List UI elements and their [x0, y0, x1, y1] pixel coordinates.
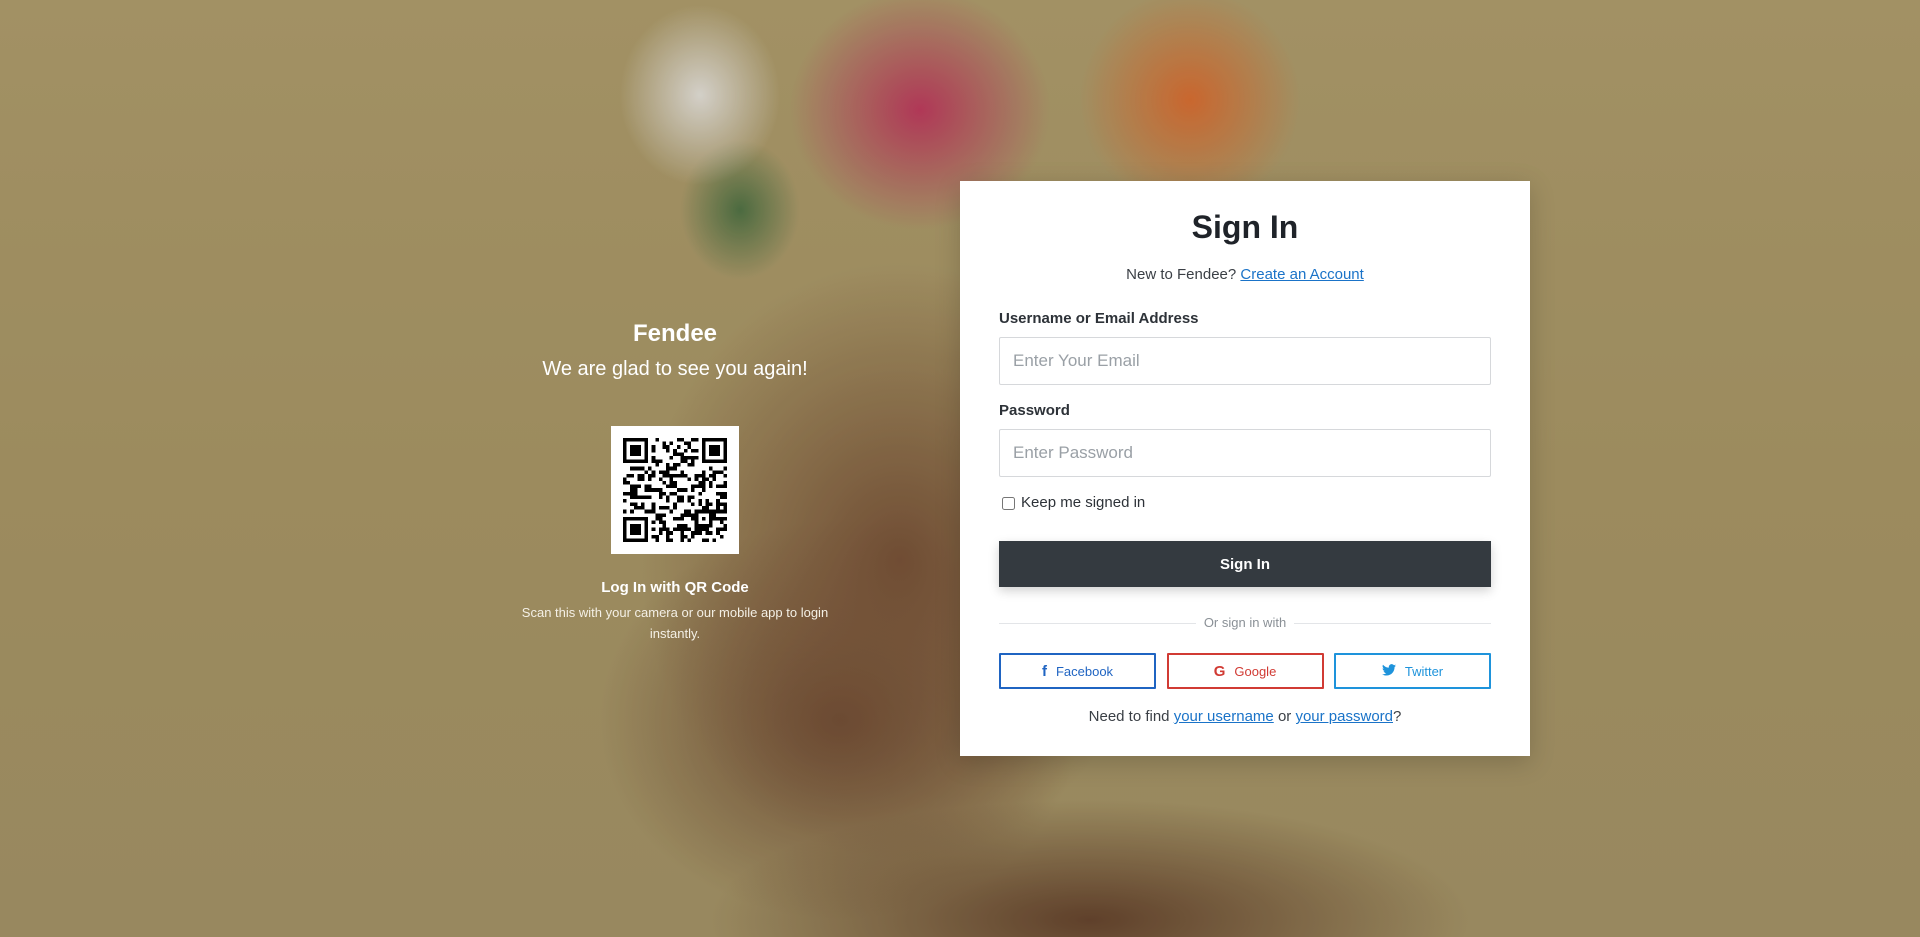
new-account-line: New to Fendee? Create an Account	[999, 265, 1491, 285]
password-field[interactable]	[999, 429, 1491, 477]
social-divider: Or sign in with	[999, 615, 1491, 631]
brand-name: Fendee	[632, 320, 718, 347]
welcome-tagline: We are glad to see you again!	[542, 358, 808, 380]
qr-description: Scan this with your camera or our mobile…	[521, 605, 829, 641]
create-account-link[interactable]: Create an Account	[1240, 266, 1363, 283]
find-prefix: Need to find	[1088, 708, 1170, 725]
google-label: Google	[1234, 663, 1277, 679]
google-icon: G	[1213, 662, 1226, 680]
qr-code	[611, 426, 739, 554]
find-password-link[interactable]: your password	[1295, 708, 1393, 725]
signin-card: Sign In New to Fendee? Create an Account…	[960, 181, 1530, 756]
new-account-prefix: New to Fendee?	[1126, 266, 1237, 283]
find-username-link[interactable]: your username	[1174, 708, 1274, 725]
remember-me: Keep me signed in	[999, 493, 1491, 513]
qr-title: Log In with QR Code	[601, 579, 749, 596]
divider-line-right	[1294, 622, 1491, 624]
username-label: Username or Email Address	[999, 310, 1199, 327]
signin-title: Sign In	[1191, 209, 1299, 245]
password-label: Password	[999, 402, 1070, 419]
remember-label[interactable]: Keep me signed in	[1021, 493, 1145, 513]
qr-code-image	[623, 438, 727, 542]
facebook-button[interactable]: f Facebook	[999, 653, 1156, 689]
welcome-panel: Fendee We are glad to see you again! Log…	[505, 316, 845, 644]
divider-line-left	[999, 622, 1196, 624]
social-buttons: f Facebook G Google Twitter	[999, 653, 1491, 689]
email-field[interactable]	[999, 337, 1491, 385]
find-suffix: ?	[1393, 708, 1402, 725]
twitter-icon	[1381, 663, 1396, 679]
facebook-label: Facebook	[1055, 663, 1114, 679]
twitter-button[interactable]: Twitter	[1334, 653, 1491, 689]
divider-text: Or sign in with	[1203, 615, 1287, 630]
find-account-line: Need to find your username or your passw…	[999, 707, 1491, 727]
sign-in-button[interactable]: Sign In	[999, 541, 1491, 587]
find-or: or	[1277, 708, 1292, 725]
facebook-icon: f	[1041, 662, 1047, 680]
google-button[interactable]: G Google	[1166, 653, 1324, 689]
twitter-label: Twitter	[1404, 663, 1444, 679]
remember-checkbox[interactable]	[1002, 496, 1015, 510]
